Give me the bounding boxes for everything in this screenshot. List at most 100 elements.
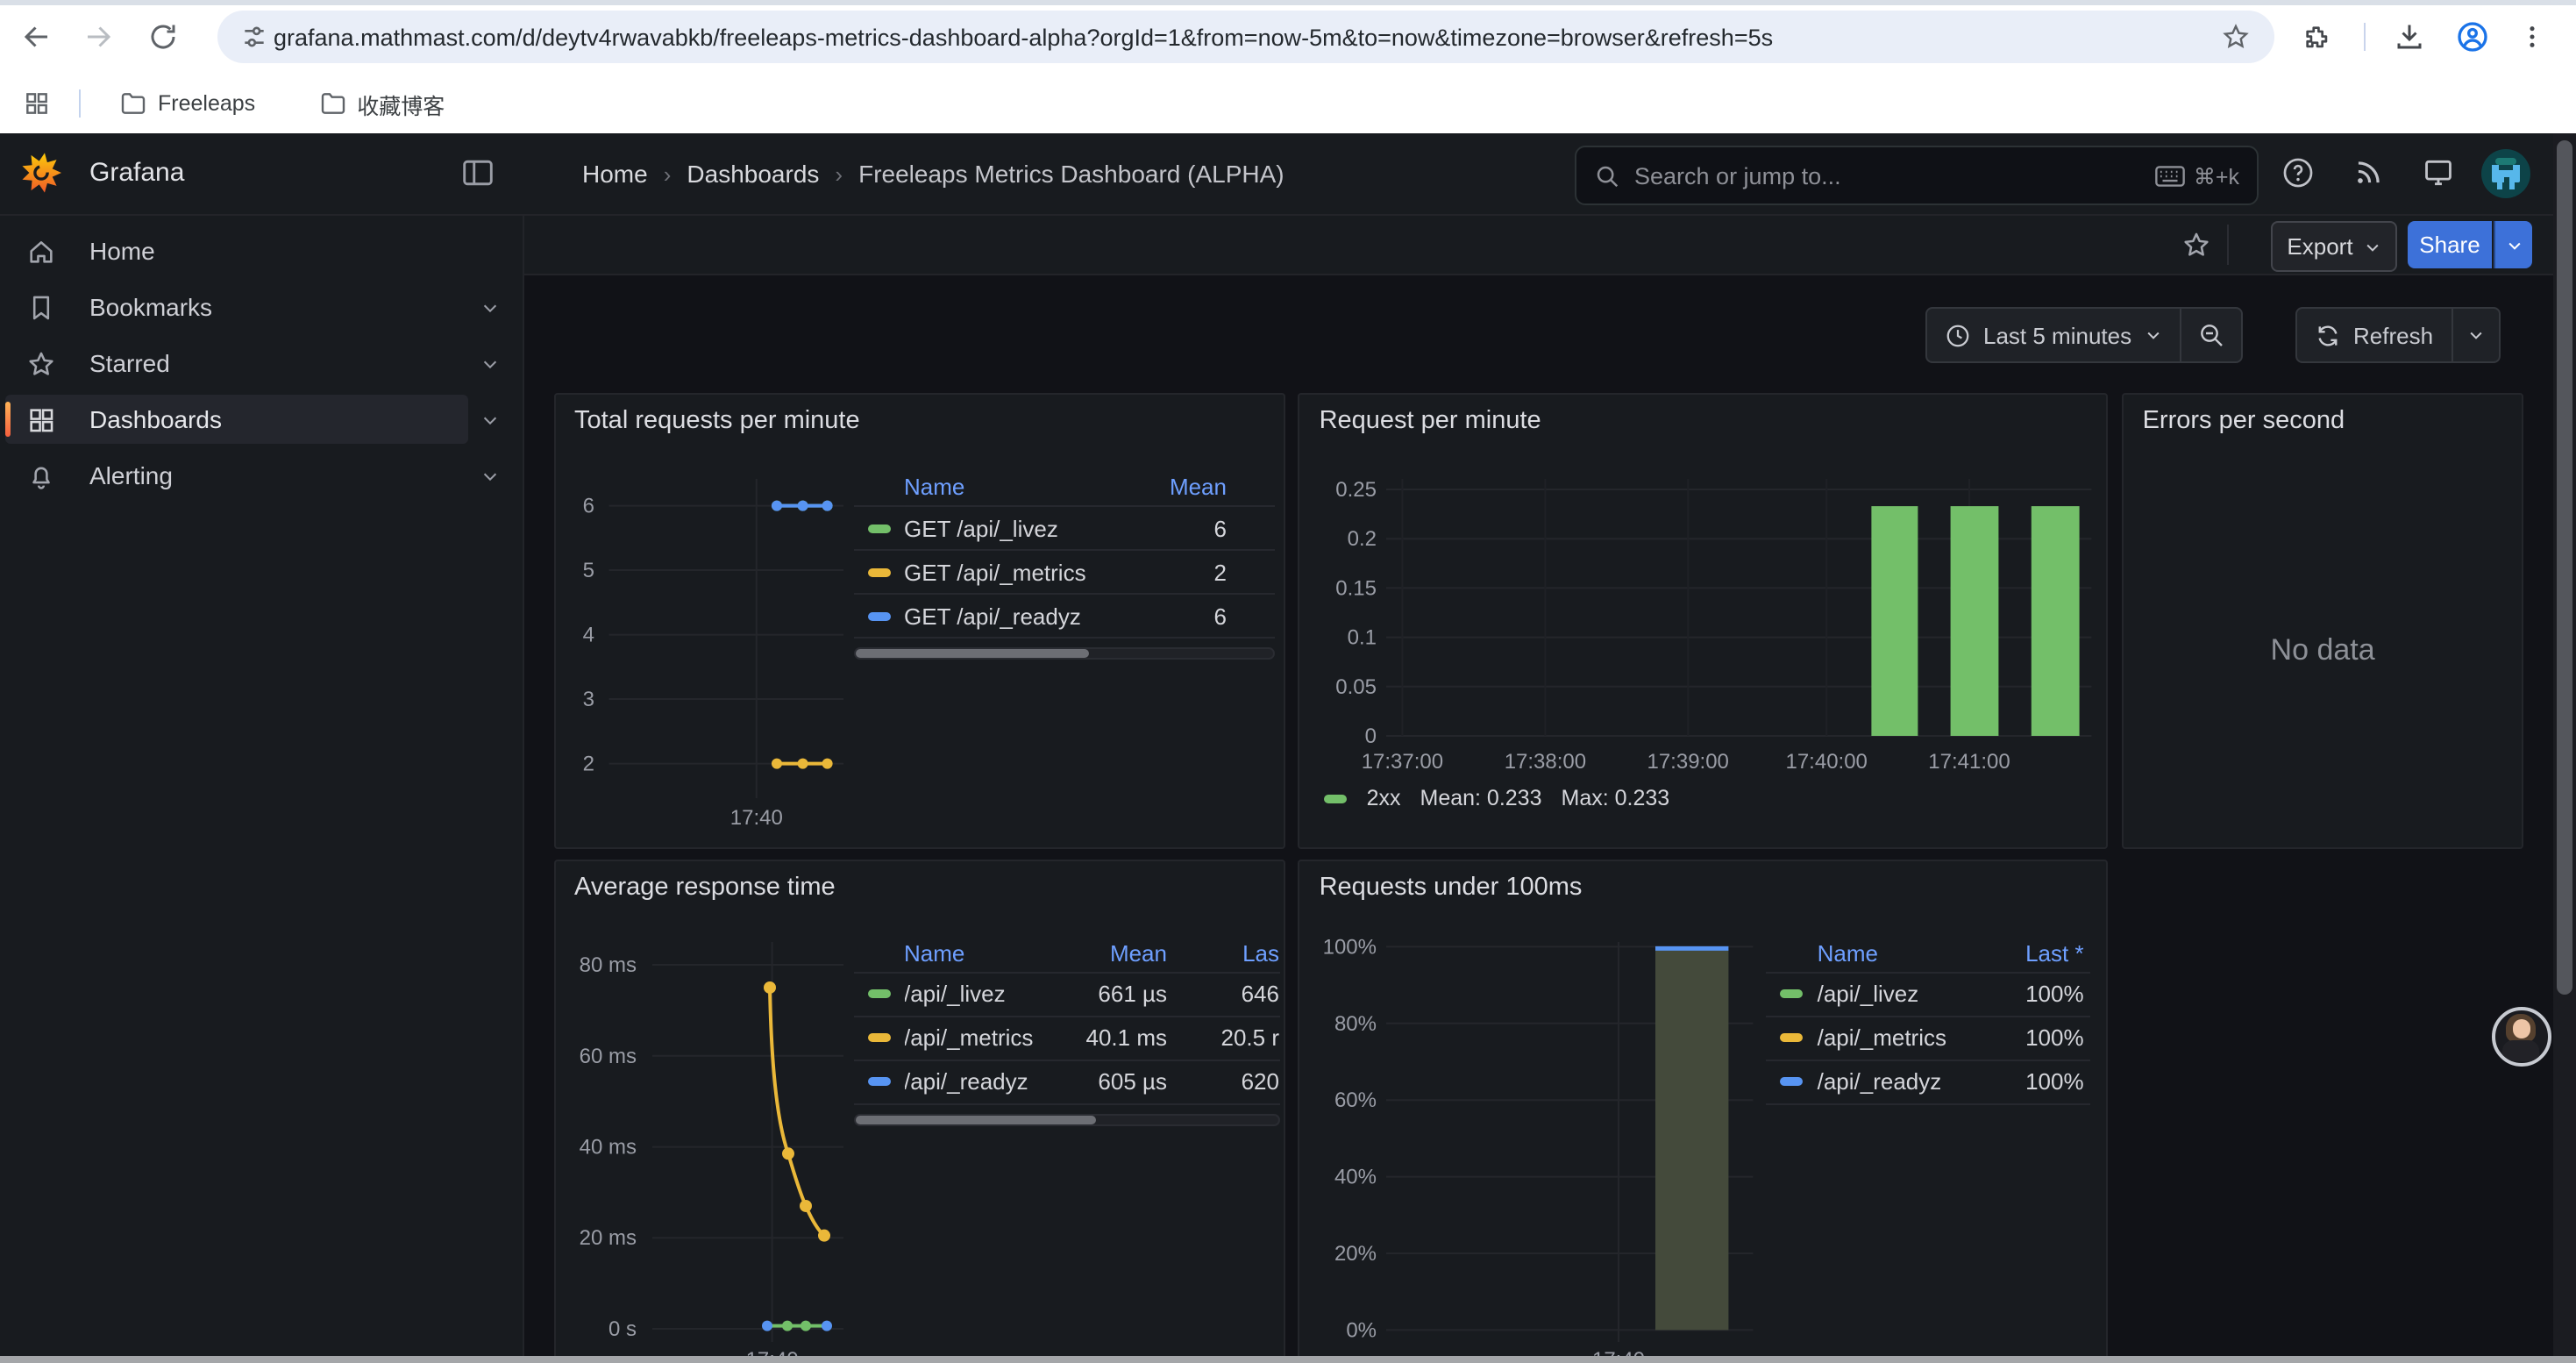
bookmark-folder-blogs[interactable]: 收藏博客 (318, 87, 445, 120)
legend-row[interactable]: /api/_readyz 605 µs 620 (853, 1059, 1279, 1104)
download-icon (2394, 21, 2425, 53)
forward-button[interactable] (70, 9, 126, 65)
export-button[interactable]: Export (2271, 221, 2397, 272)
series-name[interactable]: 2xx (1367, 786, 1401, 810)
extensions-button[interactable] (2288, 9, 2345, 65)
request-per-minute-chart[interactable]: 0.250.20.150.10.05017:37:0017:38:0017:39… (1300, 395, 2109, 848)
scrollbar-thumb[interactable] (2557, 140, 2572, 995)
legend-col-name[interactable]: Name (904, 939, 964, 966)
floating-assistant-avatar[interactable] (2492, 1007, 2551, 1067)
back-button[interactable] (9, 9, 65, 65)
share-button[interactable]: Share (2408, 221, 2492, 268)
legend-scrollbar[interactable] (853, 1113, 1279, 1125)
series-name[interactable]: GET /api/_livez (904, 515, 1121, 541)
legend-row[interactable]: /api/_livez 100% (1767, 971, 2091, 1015)
legend-col-mean[interactable]: Mean (1170, 474, 1274, 500)
series-name[interactable]: /api/_readyz (904, 1068, 1044, 1095)
refresh-button[interactable]: Refresh (2297, 309, 2451, 361)
legend-col-mean[interactable]: Mean (1044, 939, 1167, 966)
bell-icon (26, 461, 56, 491)
share-dropdown-button[interactable] (2494, 221, 2532, 268)
grafana-logo[interactable] (21, 153, 61, 193)
series-name[interactable]: /api/_metrics (1818, 1024, 1993, 1051)
site-settings-icon[interactable] (240, 23, 268, 51)
time-range-picker[interactable]: Last 5 minutes (1927, 309, 2179, 361)
svg-text:0.25: 0.25 (1336, 478, 1377, 502)
apps-grid-icon[interactable] (23, 89, 51, 118)
chevron-down-icon[interactable] (480, 298, 500, 318)
legend-row[interactable]: /api/_metrics 40.1 ms 20.5 r (853, 1015, 1279, 1059)
series-max: Max: 0.233 (1562, 786, 1670, 810)
sidebar-item-home[interactable]: Home (5, 226, 468, 275)
legend-row[interactable]: GET /api/_livez 6 (853, 505, 1274, 549)
search-input[interactable]: Search or jump to... ⌘+k (1575, 146, 2259, 205)
dashboard-content: Export Share Last 5 minutes (524, 216, 2553, 1363)
browser-toolbar: grafana.mathmast.com/d/deytv4rwavabkb/fr… (0, 5, 2576, 74)
search-shortcut: ⌘+k (2155, 162, 2239, 189)
tv-kiosk-icon[interactable] (2422, 156, 2455, 189)
series-name[interactable]: /api/_livez (904, 981, 1044, 1007)
chevron-down-icon[interactable] (480, 410, 500, 430)
breadcrumb-dashboards[interactable]: Dashboards (687, 160, 819, 188)
svg-text:20 ms: 20 ms (579, 1225, 636, 1249)
sidebar-item-starred[interactable]: Starred (5, 339, 468, 388)
user-avatar[interactable] (2481, 149, 2530, 198)
svg-text:6: 6 (582, 495, 594, 518)
news-rss-icon[interactable] (2352, 156, 2385, 189)
help-icon[interactable] (2281, 156, 2315, 189)
chevron-down-icon[interactable] (480, 467, 500, 486)
svg-text:17:40:00: 17:40:00 (1786, 750, 1868, 774)
panel-total-requests: Total requests per minute 6543217:40 Nam… (553, 393, 1284, 848)
legend-scrollbar[interactable] (853, 647, 1274, 660)
legend-col-last[interactable]: Last * (1993, 939, 2091, 966)
svg-text:60 ms: 60 ms (579, 1044, 636, 1067)
legend-row[interactable]: /api/_livez 661 µs 646 (853, 971, 1279, 1015)
breadcrumb-home[interactable]: Home (582, 160, 648, 188)
reload-icon (147, 21, 179, 53)
downloads-button[interactable] (2381, 9, 2437, 65)
sidebar-item-alerting[interactable]: Alerting (5, 451, 468, 500)
sidebar-item-dashboards[interactable]: Dashboards (5, 395, 468, 444)
favorite-star-icon[interactable] (2181, 230, 2211, 260)
svg-text:0.1: 0.1 (1348, 626, 1377, 650)
series-name[interactable]: /api/_readyz (1818, 1068, 1993, 1095)
reload-button[interactable] (135, 9, 191, 65)
sidebar-collapse-icon[interactable] (463, 160, 493, 186)
series-mean: 6 (1121, 515, 1274, 541)
scrollbar-thumb[interactable] (855, 1115, 1096, 1124)
series-last: 646 (1167, 981, 1279, 1007)
url-bar[interactable]: grafana.mathmast.com/d/deytv4rwavabkb/fr… (217, 11, 2274, 63)
bookmark-star-icon[interactable] (2222, 23, 2250, 51)
dashboards-grid-icon (26, 405, 56, 435)
legend-row[interactable]: /api/_readyz 100% (1767, 1059, 2091, 1104)
series-name[interactable]: /api/_livez (1818, 981, 1993, 1007)
browser-profile-button[interactable] (2444, 9, 2501, 65)
legend-col-last[interactable]: Las (1167, 939, 1279, 966)
clock-icon (1945, 322, 1971, 348)
chevron-down-icon (2144, 326, 2161, 344)
refresh-interval-dropdown[interactable] (2452, 309, 2498, 361)
legend-col-name[interactable]: Name (904, 474, 964, 500)
panel-title[interactable]: Errors per second (2143, 407, 2345, 435)
zoom-out-button[interactable] (2181, 309, 2240, 361)
series-color-pill (867, 1033, 890, 1042)
legend-col-name[interactable]: Name (1818, 939, 1878, 966)
bookmark-icon (26, 293, 56, 323)
legend-row[interactable]: GET /api/_metrics 2 (853, 549, 1274, 593)
legend-row[interactable]: /api/_metrics 100% (1767, 1015, 2091, 1059)
series-name[interactable]: GET /api/_metrics (904, 559, 1121, 585)
sidebar-item-label: Starred (89, 349, 170, 377)
scrollbar-thumb[interactable] (855, 649, 1089, 658)
chevron-down-icon[interactable] (480, 354, 500, 374)
page-scrollbar[interactable] (2553, 133, 2576, 1363)
series-name[interactable]: /api/_metrics (904, 1024, 1044, 1051)
sidebar-item-bookmarks[interactable]: Bookmarks (5, 282, 468, 332)
legend-row[interactable]: GET /api/_readyz 6 (853, 593, 1274, 639)
browser-menu-button[interactable] (2504, 9, 2560, 65)
series-name[interactable]: GET /api/_readyz (904, 603, 1121, 629)
svg-text:0 s: 0 s (608, 1317, 636, 1340)
url-text[interactable]: grafana.mathmast.com/d/deytv4rwavabkb/fr… (274, 24, 2274, 50)
puzzle-icon (2302, 22, 2331, 52)
breadcrumb-current: Freeleaps Metrics Dashboard (ALPHA) (858, 160, 1284, 188)
bookmark-folder-freeleaps[interactable]: Freeleaps (119, 89, 255, 118)
